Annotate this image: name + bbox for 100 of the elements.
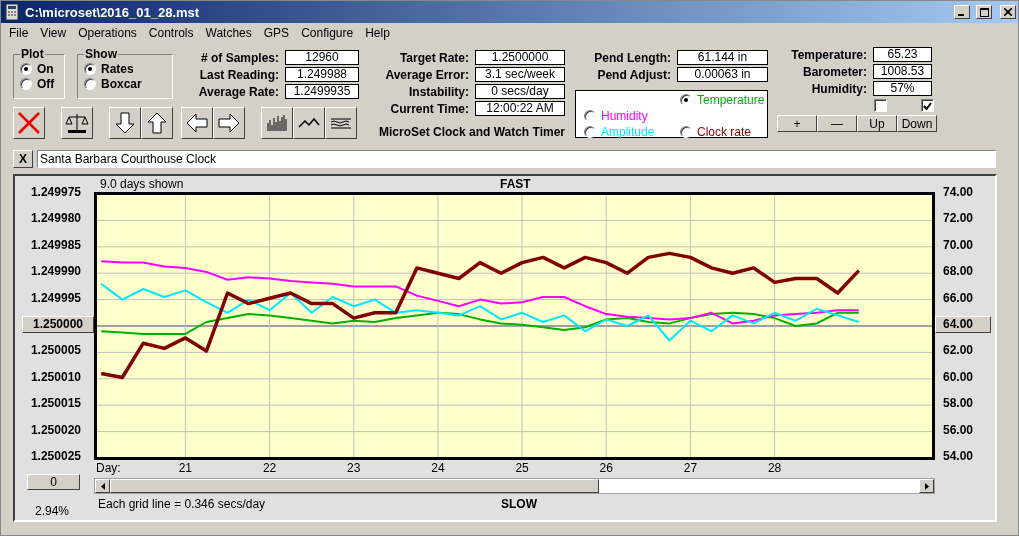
toolbar-button[interactable] xyxy=(261,107,293,139)
menu-item[interactable]: Controls xyxy=(142,26,200,40)
field-label: Average Error: xyxy=(384,67,469,82)
delete-icon xyxy=(17,111,41,135)
scroll-thumb[interactable] xyxy=(110,479,599,493)
field-label: Barometer: xyxy=(801,64,867,79)
field-label: Instability: xyxy=(408,84,469,99)
field-label: Target Rate: xyxy=(398,50,469,65)
toolbar-button[interactable] xyxy=(325,107,357,139)
radio-option[interactable]: Clock rate xyxy=(680,124,767,139)
axis-label: 1.249980 xyxy=(30,210,82,228)
toolbar-button[interactable] xyxy=(293,107,325,139)
scroll-right-button[interactable] xyxy=(919,479,934,493)
toolbar-button[interactable] xyxy=(181,107,213,139)
checkbox[interactable] xyxy=(921,99,934,112)
group-title: Show xyxy=(84,47,118,61)
axis-label: 1.250025 xyxy=(30,447,82,465)
axis-label: 1.249990 xyxy=(30,263,82,281)
menu-item[interactable]: Help xyxy=(359,26,396,40)
menu-item[interactable]: Operations xyxy=(72,26,143,40)
day-label: 22 xyxy=(262,461,277,475)
axis-label: 60.00 xyxy=(943,368,974,386)
field-label: # of Samples: xyxy=(199,50,279,65)
toolbar-button[interactable] xyxy=(141,107,173,139)
maximize-button[interactable] xyxy=(976,5,992,19)
clear-button[interactable]: X xyxy=(13,150,33,168)
days-shown-label: 9.0 days shown xyxy=(100,177,185,191)
value-field: 12960 xyxy=(285,50,359,65)
axis-label: 70.00 xyxy=(943,236,974,254)
right-triangle-icon xyxy=(924,482,929,490)
axis-label: 68.00 xyxy=(943,263,974,281)
menu-item[interactable]: Watches xyxy=(199,26,258,40)
minimize-button[interactable] xyxy=(954,5,970,19)
toolbar-button[interactable] xyxy=(61,107,93,139)
menu-item[interactable]: File xyxy=(3,26,35,40)
day-label: 21 xyxy=(178,461,193,475)
field-label: Average Rate: xyxy=(197,84,279,99)
axis-label: 1.249995 xyxy=(30,289,82,307)
field-label: Humidity: xyxy=(810,81,867,96)
adjust-button[interactable]: Down xyxy=(897,115,937,132)
value-field: 61.144 in xyxy=(677,50,768,65)
value-field: 0 secs/day xyxy=(475,84,565,99)
axis-value-button[interactable]: 64.00 xyxy=(935,315,991,333)
radio-option[interactable]: Boxcar xyxy=(84,76,172,91)
axis-value-button[interactable]: 1.250000 xyxy=(22,315,94,333)
value-field: 12:00:22 AM xyxy=(475,101,565,116)
value-field: 1008.53 xyxy=(873,64,932,79)
axis-label: 1.250010 xyxy=(30,368,82,386)
maximize-icon xyxy=(979,7,989,17)
menu-item[interactable]: GPS xyxy=(257,26,296,40)
clock-name-field[interactable]: Santa Barbara Courthouse Clock xyxy=(37,150,996,168)
axis-label: 66.00 xyxy=(943,289,974,307)
day-label: 26 xyxy=(599,461,613,475)
day-label: 25 xyxy=(515,461,529,475)
value-field: 1.2499935 xyxy=(285,84,359,99)
close-button[interactable] xyxy=(1000,5,1016,19)
toolbar-button[interactable] xyxy=(213,107,245,139)
radio-option[interactable]: Off xyxy=(20,76,64,91)
axis-label: 1.250015 xyxy=(30,395,82,413)
adjust-button[interactable]: Up xyxy=(857,115,897,132)
axis-label: 74.00 xyxy=(943,184,974,201)
up-arrow-icon xyxy=(145,111,169,135)
radio-option[interactable]: Rates xyxy=(84,61,172,76)
day-label: 27 xyxy=(683,461,698,475)
toolbar-button[interactable] xyxy=(13,107,45,139)
horizontal-scrollbar[interactable] xyxy=(94,478,935,494)
adjust-button[interactable]: + xyxy=(777,115,817,132)
axis-label: 1.249985 xyxy=(30,236,82,254)
toolbar-button[interactable] xyxy=(109,107,141,139)
right-arrow-icon xyxy=(217,111,241,135)
field-label: Pend Length: xyxy=(593,50,671,65)
calculator-icon xyxy=(5,4,19,20)
day-axis-label: Day: xyxy=(96,461,121,475)
value-field: 1.249988 xyxy=(285,67,359,82)
checkbox[interactable] xyxy=(874,99,887,112)
slow-label: SLOW xyxy=(501,497,537,511)
axis-label: 62.00 xyxy=(943,342,974,360)
value-field: 57% xyxy=(873,81,932,96)
field-label: Last Reading: xyxy=(198,67,279,82)
axis-label: 54.00 xyxy=(943,447,974,465)
menu-item[interactable]: View xyxy=(34,26,73,40)
value-field: 0.00063 in xyxy=(677,67,768,82)
axis-label: 58.00 xyxy=(943,395,974,413)
field-label: Temperature: xyxy=(790,47,867,62)
offset-button[interactable]: 0 xyxy=(27,474,80,491)
grid-note: Each grid line = 0.346 secs/day xyxy=(98,497,267,511)
day-label: 24 xyxy=(431,461,445,475)
axis-label: 1.250005 xyxy=(30,342,82,360)
left-arrow-icon xyxy=(185,111,209,135)
day-label: 28 xyxy=(767,461,782,475)
app-name: MicroSet Clock and Watch Timer xyxy=(377,125,565,139)
close-icon xyxy=(1004,8,1012,16)
axis-label: 72.00 xyxy=(943,210,974,228)
radio-option[interactable]: On xyxy=(20,61,64,76)
field-label: Pend Adjust: xyxy=(596,67,671,82)
menu-item[interactable]: Configure xyxy=(295,26,360,40)
adjust-button[interactable]: — xyxy=(817,115,857,132)
scroll-left-button[interactable] xyxy=(95,479,110,493)
percent-label: 2.94% xyxy=(35,504,70,519)
left-triangle-icon xyxy=(100,482,105,490)
